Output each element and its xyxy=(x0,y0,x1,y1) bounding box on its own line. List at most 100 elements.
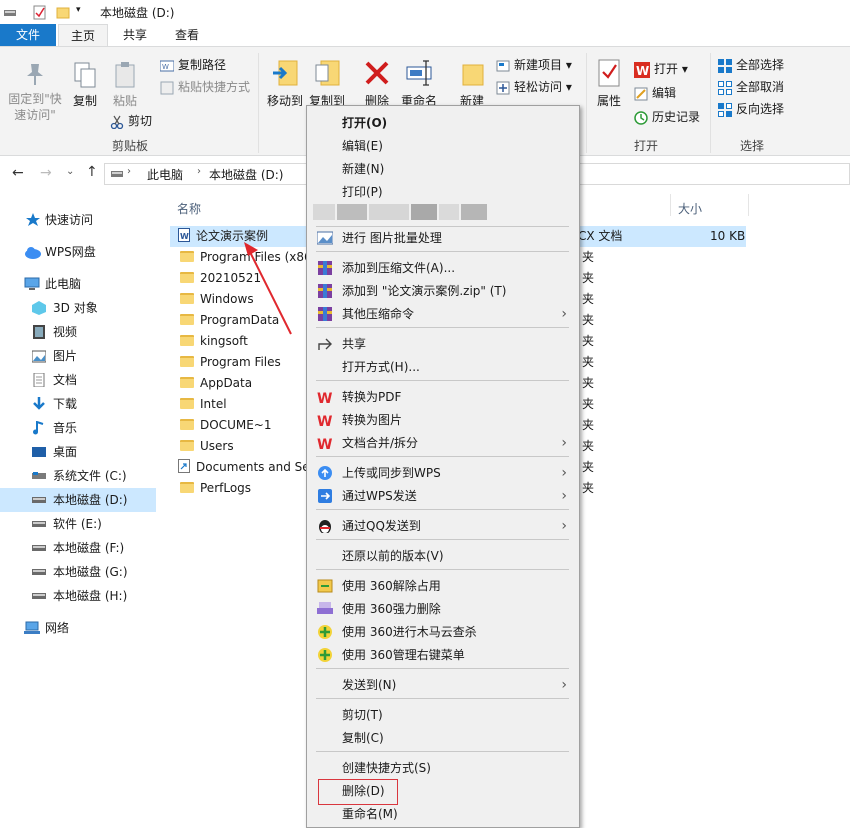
menu-item-restore-versions[interactable]: 还原以前的版本(V) xyxy=(309,545,577,567)
breadcrumb-this-pc[interactable]: 此电脑 xyxy=(147,166,183,183)
file-row[interactable]: Intel 夹 xyxy=(170,394,594,415)
copy-button[interactable]: 复制 xyxy=(66,61,104,109)
menu-item-other-compress[interactable]: 其他压缩命令 › xyxy=(309,303,577,325)
drive-icon xyxy=(32,521,46,527)
breadcrumb-drive[interactable]: 本地磁盘 (D:) xyxy=(209,166,283,183)
file-row[interactable]: Documents and Se 夹 xyxy=(170,457,594,478)
cut-button[interactable]: 剪切 xyxy=(110,111,152,131)
menu-item-360-trojan-scan[interactable]: 使用 360进行木马云查杀 xyxy=(309,621,577,643)
nav-drive-f[interactable]: 本地磁盘 (F:) xyxy=(0,536,156,560)
edit-button[interactable]: 编辑 xyxy=(634,83,676,103)
move-to-button[interactable]: 移动到 xyxy=(264,57,306,109)
paste-button[interactable]: 粘贴 xyxy=(106,61,144,109)
new-folder-quick-icon[interactable] xyxy=(56,5,70,19)
file-row[interactable]: Users 夹 xyxy=(170,436,594,457)
nav-videos[interactable]: 视频 xyxy=(0,320,156,344)
menu-item-open[interactable]: 打开(O) xyxy=(309,112,577,134)
file-row[interactable]: PerfLogs 夹 xyxy=(170,478,594,499)
menu-item-share[interactable]: 共享 xyxy=(309,333,577,355)
menu-item-360-manage-menu[interactable]: 使用 360管理右键菜单 xyxy=(309,644,577,666)
nav-wps-drive[interactable]: WPS网盘 xyxy=(0,240,156,264)
winrar-icon xyxy=(318,307,332,321)
file-row[interactable]: AppData 夹 xyxy=(170,373,594,394)
window-title: 本地磁盘 (D:) xyxy=(100,6,175,20)
recent-locations-icon[interactable]: ⌄ xyxy=(66,166,74,177)
select-none-button[interactable]: 全部取消 xyxy=(718,77,784,97)
nav-downloads[interactable]: 下载 xyxy=(0,392,156,416)
blur-block xyxy=(313,204,335,220)
menu-item-upload-wps[interactable]: 上传或同步到WPS › xyxy=(309,462,577,484)
select-all-button[interactable]: 全部选择 xyxy=(718,55,784,75)
menu-item-send-to[interactable]: 发送到(N) › xyxy=(309,674,577,696)
menu-item-360-unlock[interactable]: 使用 360解除占用 xyxy=(309,575,577,597)
file-type: 夹 xyxy=(582,355,595,369)
menu-item-cut[interactable]: 剪切(T) xyxy=(309,704,577,726)
menu-item-send-qq[interactable]: 通过QQ发送到 › xyxy=(309,515,577,537)
menu-item-batch-image[interactable]: 进行 图片批量处理 xyxy=(309,227,577,249)
nav-this-pc[interactable]: 此电脑 xyxy=(0,272,156,296)
customize-quick-access-icon[interactable]: ▾ xyxy=(76,5,81,15)
nav-drive-d[interactable]: 本地磁盘 (D:) xyxy=(0,488,156,512)
up-arrow-icon[interactable]: ↑ xyxy=(86,164,98,180)
tab-view[interactable]: 查看 xyxy=(164,24,210,46)
nav-drive-c[interactable]: 系统文件 (C:) xyxy=(0,464,156,488)
nav-network[interactable]: 网络 xyxy=(0,616,156,640)
menu-item-edit[interactable]: 编辑(E) xyxy=(309,135,577,157)
menu-item-merge-split[interactable]: W 文档合并/拆分 › xyxy=(309,432,577,454)
menu-item-360-force-delete[interactable]: 使用 360强力删除 xyxy=(309,598,577,620)
breadcrumb-chevron-icon[interactable]: › xyxy=(127,166,131,177)
winrar-icon xyxy=(318,284,332,298)
wps-open-icon: W xyxy=(634,61,650,78)
menu-item-send-wps[interactable]: 通过WPS发送 › xyxy=(309,485,577,507)
column-header-size[interactable]: 大小 xyxy=(678,200,702,217)
send-arrow-icon xyxy=(318,489,332,503)
new-item-button[interactable]: 新建项目 ▾ xyxy=(496,55,572,75)
open-button[interactable]: W 打开 ▾ xyxy=(634,59,688,79)
blurred-menu-item[interactable] xyxy=(313,204,487,220)
pin-quick-access-button[interactable]: 固定到"快 速访问" xyxy=(4,61,66,123)
properties-button[interactable]: 属性 xyxy=(592,57,626,109)
nav-pictures[interactable]: 图片 xyxy=(0,344,156,368)
nav-drive-h[interactable]: 本地磁盘 (H:) xyxy=(0,584,156,608)
tab-home[interactable]: 主页 xyxy=(58,24,108,47)
menu-item-to-pdf[interactable]: W 转换为PDF xyxy=(309,386,577,408)
back-arrow-icon[interactable]: ← xyxy=(12,165,24,181)
nav-drive-e[interactable]: 软件 (E:) xyxy=(0,512,156,536)
menu-item-add-archive[interactable]: 添加到压缩文件(A)... xyxy=(309,257,577,279)
nav-desktop[interactable]: 桌面 xyxy=(0,440,156,464)
tab-file[interactable]: 文件 xyxy=(0,24,56,46)
pin-label-2: 速访问" xyxy=(14,108,56,122)
menu-item-print[interactable]: 打印(P) xyxy=(309,181,577,203)
menu-item-new[interactable]: 新建(N) xyxy=(309,158,577,180)
invert-selection-button[interactable]: 反向选择 xyxy=(718,99,784,119)
copy-path-button[interactable]: W 复制路径 xyxy=(160,55,226,75)
menu-item-open-with[interactable]: 打开方式(H)... xyxy=(309,356,577,378)
file-row[interactable]: DOCUME~1 夹 xyxy=(170,415,594,436)
nav-3d-objects[interactable]: 3D 对象 xyxy=(0,296,156,320)
menu-item-copy[interactable]: 复制(C) xyxy=(309,727,577,749)
forward-arrow-icon[interactable]: → xyxy=(40,165,52,181)
menu-item-to-image[interactable]: W 转换为图片 xyxy=(309,409,577,431)
menu-item-rename[interactable]: 重命名(M) xyxy=(309,803,577,825)
new-folder-button[interactable]: 新建 xyxy=(452,57,492,109)
copy-to-button[interactable]: 复制到 xyxy=(306,57,348,109)
nav-drive-g[interactable]: 本地磁盘 (G:) xyxy=(0,560,156,584)
delete-x-icon xyxy=(365,61,389,85)
breadcrumb-chevron-icon[interactable]: › xyxy=(197,166,201,177)
file-row[interactable]: Program Files 夹 xyxy=(170,352,594,373)
tab-share[interactable]: 共享 xyxy=(112,24,158,46)
properties-quick-icon[interactable] xyxy=(33,5,47,20)
delete-ribbon-button[interactable]: 删除 xyxy=(360,57,394,109)
edit-label: 编辑 xyxy=(652,86,677,100)
svg-text:W: W xyxy=(180,232,189,241)
nav-documents[interactable]: 文档 xyxy=(0,368,156,392)
menu-item-add-zip[interactable]: 添加到 "论文演示案例.zip" (T) xyxy=(309,280,577,302)
nav-music[interactable]: 音乐 xyxy=(0,416,156,440)
paste-shortcut-button[interactable]: 粘贴快捷方式 xyxy=(160,77,250,97)
menu-item-create-shortcut[interactable]: 创建快捷方式(S) xyxy=(309,757,577,779)
history-button[interactable]: 历史记录 xyxy=(634,107,700,127)
column-header-name[interactable]: 名称 xyxy=(177,200,201,217)
nav-quick-access[interactable]: 快速访问 xyxy=(0,208,156,232)
easy-access-button[interactable]: 轻松访问 ▾ xyxy=(496,77,572,97)
rename-button[interactable]: 重命名 xyxy=(398,57,440,109)
